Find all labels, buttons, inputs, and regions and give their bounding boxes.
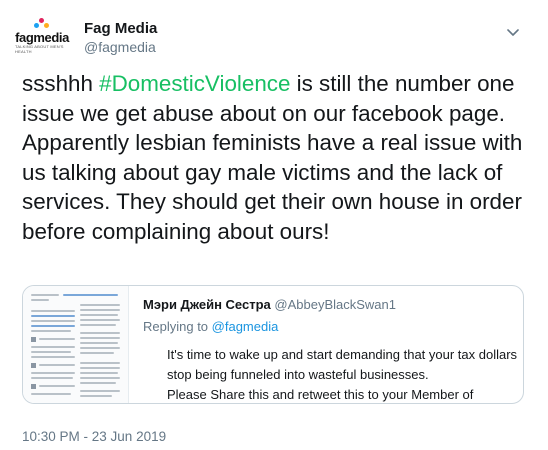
quoted-text: It's time to wake up and start demanding… [167,345,522,403]
reply-prefix: Replying to [143,319,212,334]
tweet-text-rest: is still the number one issue we get abu… [22,71,523,244]
logo-icon [34,18,50,30]
avatar-logo-word: fagmedia [15,30,69,45]
quoted-reply-context: Replying to @fagmedia [143,319,278,334]
tweet-text: ssshhh #DomesticViolence is still the nu… [22,69,536,247]
avatar[interactable]: fagmedia TALKING ABOUT MEN'S HEALTH [15,16,69,56]
tweet-text-start: ssshhh [22,71,100,96]
author-display-name[interactable]: Fag Media [84,20,157,37]
quoted-handle: @AbbeyBlackSwan1 [274,297,396,312]
tweet-timestamp[interactable]: 10:30 PM - 23 Jun 2019 [22,429,166,444]
quoted-tweet[interactable]: Мэри Джейн Сестра @AbbeyBlackSwan1 Reply… [22,285,524,404]
author-handle[interactable]: @fagmedia [84,39,156,55]
quoted-tweet-thumbnail [23,286,129,403]
quoted-text-line-2: Please Share this and retweet this to yo… [167,386,474,402]
quoted-author: Мэри Джейн Сестра @AbbeyBlackSwan1 [143,297,396,312]
hashtag-link[interactable]: #DomesticViolence [99,71,290,96]
quoted-display-name: Мэри Джейн Сестра [143,297,271,312]
quoted-text-line-1: It's time to wake up and start demanding… [167,347,518,382]
chevron-down-icon[interactable] [506,28,520,38]
reply-handle-link[interactable]: @fagmedia [212,319,279,334]
avatar-logo-tagline: TALKING ABOUT MEN'S HEALTH [15,44,64,54]
